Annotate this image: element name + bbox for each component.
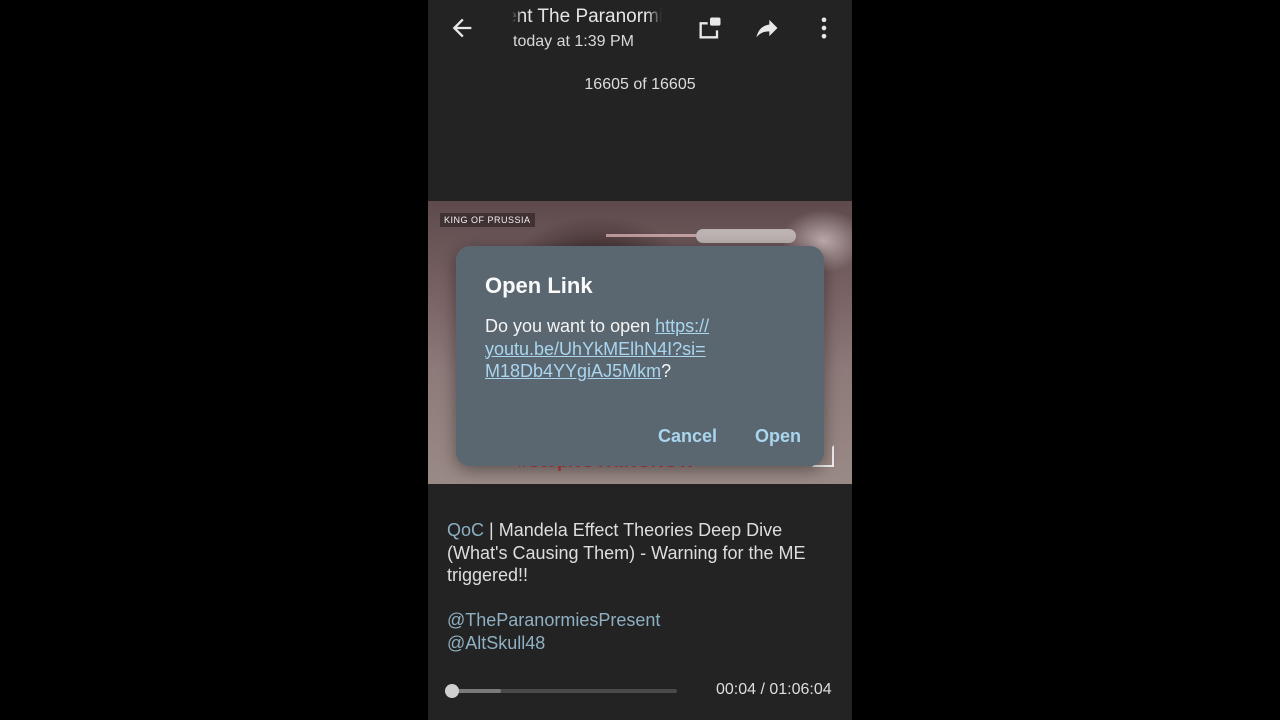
message-timestamp: today at 1:39 PM (513, 33, 634, 50)
seek-thumb[interactable] (445, 684, 459, 698)
media-caption: QoC | Mandela Effect Theories Deep Dive … (447, 519, 837, 587)
arrow-back-icon (452, 18, 472, 38)
dialog-title: Open Link (485, 273, 593, 298)
open-button[interactable]: Open (755, 426, 801, 447)
mention-link[interactable]: @AltSkull48 (447, 632, 660, 655)
back-button[interactable] (448, 14, 476, 42)
picture-in-picture-icon (699, 17, 721, 39)
dialog-prompt: Do you want to open (485, 316, 656, 336)
seek-bar[interactable] (445, 684, 677, 698)
time-display: 00:04 / 01:06:04 (716, 681, 832, 698)
hashtag-link[interactable]: QoC (447, 520, 484, 540)
dialog-message: Do you want to open https://youtu.be/UhY… (485, 315, 805, 383)
mentions-list: @TheParanormiesPresent @AltSkull48 (447, 609, 660, 654)
open-link-dialog: Open Link Do you want to open https://yo… (456, 246, 824, 466)
share-button[interactable] (753, 14, 781, 42)
cancel-button[interactable]: Cancel (658, 426, 717, 447)
mention-link[interactable]: @TheParanormiesPresent (447, 609, 660, 632)
video-frame-detail (696, 229, 796, 243)
share-forward-icon (756, 19, 778, 38)
caption-text: | Mandela Effect Theories Deep Dive (Wha… (447, 520, 806, 585)
media-counter: 16605 of 16605 (584, 76, 696, 93)
pip-button[interactable] (696, 14, 724, 42)
video-watermark: KING OF PRUSSIA (440, 213, 535, 227)
app-screen: The Paranormies Present The Paranormies … (428, 0, 852, 720)
video-frame-detail (606, 234, 696, 237)
dialog-prompt-end: ? (661, 361, 672, 381)
top-app-bar: The Paranormies Present The Paranormies … (428, 0, 852, 56)
more-vert-icon (821, 17, 827, 39)
chat-title: The Paranormies Present The Paranormies … (512, 6, 662, 27)
more-options-button[interactable] (810, 14, 838, 42)
